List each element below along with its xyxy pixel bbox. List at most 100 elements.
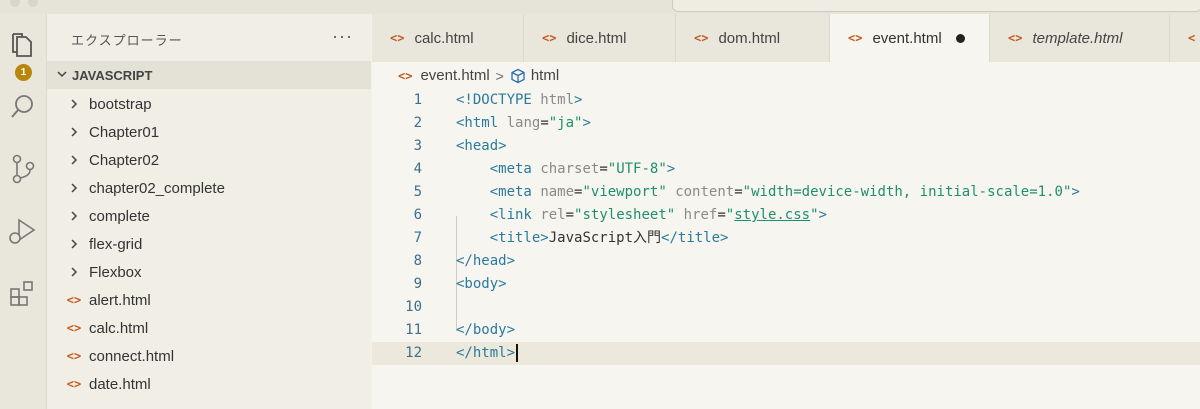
tree-item-label: connect.html xyxy=(89,347,175,365)
unsaved-dot-icon[interactable] xyxy=(955,33,965,43)
tree-item-label: Flexbox xyxy=(89,263,142,281)
code-token: = xyxy=(717,207,726,223)
line-number: 5 xyxy=(413,184,422,200)
tab-dom-html[interactable]: <> dom.html xyxy=(676,14,830,62)
code-token: = xyxy=(540,115,549,131)
tab-template-html[interactable]: <> template.html xyxy=(990,14,1170,62)
line-number: 7 xyxy=(413,230,422,246)
code-token: JavaScript入門 xyxy=(548,230,662,246)
code-token: " xyxy=(725,207,735,223)
breadcrumb: <> event.html > html xyxy=(398,67,559,84)
html-file-icon: <> xyxy=(1008,31,1023,45)
chevron-right-icon xyxy=(67,154,81,166)
explorer-badge: 1 xyxy=(15,64,32,81)
html-file-icon: <> xyxy=(66,377,82,391)
code-token: lang xyxy=(506,115,541,131)
code-token: <html xyxy=(456,115,499,131)
code-line[interactable]: 6 <link rel="stylesheet" href="style.css… xyxy=(372,204,1200,227)
tab-event-html[interactable]: <> event.html xyxy=(830,14,990,62)
code-token: charset xyxy=(540,161,600,177)
explorer-icon[interactable] xyxy=(0,22,46,68)
tree-file[interactable]: <> date.html xyxy=(47,370,371,398)
html-file-icon: <> xyxy=(390,31,405,45)
code-line[interactable]: 5 <meta name="viewport" content="width=d… xyxy=(372,181,1200,204)
tree-folder[interactable]: flex-grid xyxy=(47,230,371,258)
tree-folder[interactable]: bootstrap xyxy=(47,90,371,118)
code-line[interactable]: 1 <!DOCTYPE html> xyxy=(372,89,1200,112)
text-cursor xyxy=(516,344,519,362)
line-number: 9 xyxy=(413,276,422,292)
line-number: 4 xyxy=(413,161,422,177)
breadcrumb-node[interactable]: html xyxy=(531,67,559,84)
html-file-icon: <> xyxy=(66,321,82,335)
chevron-right-icon xyxy=(67,182,81,194)
source-control-icon[interactable] xyxy=(0,146,46,192)
editor-tab-bar: <> calc.html <> dice.html <> dom.html <>… xyxy=(372,14,1200,62)
code-text: </html> xyxy=(456,342,519,365)
code-text: <title>JavaScript入門</title> xyxy=(456,227,729,250)
code-text: <meta charset="UTF-8"> xyxy=(456,158,676,181)
html-file-icon: < xyxy=(1188,31,1196,45)
code-line[interactable]: 3 <head> xyxy=(372,135,1200,158)
tree-folder[interactable]: chapter02_complete xyxy=(47,174,371,202)
code-token: <head> xyxy=(456,138,507,154)
tab-label: dice.html xyxy=(566,29,627,47)
search-icon[interactable] xyxy=(0,84,46,130)
breadcrumb-separator: > xyxy=(495,67,504,84)
chevron-right-icon xyxy=(67,238,81,250)
tree-folder[interactable]: Flexbox xyxy=(47,258,371,286)
code-token: </title> xyxy=(661,230,729,246)
tab-overflow[interactable]: < xyxy=(1170,14,1200,62)
chevron-right-icon xyxy=(67,210,81,222)
code-line[interactable]: 7 <title>JavaScript入門</title> xyxy=(372,227,1200,250)
tree-file[interactable]: <> connect.html xyxy=(47,342,371,370)
html-file-icon: <> xyxy=(66,293,82,307)
tree-item-label: complete xyxy=(89,207,150,225)
code-line[interactable]: 9 <body> xyxy=(372,273,1200,296)
window-control-dot[interactable] xyxy=(28,0,38,7)
html-file-icon: <> xyxy=(66,349,82,363)
tree-folder[interactable]: Chapter02 xyxy=(47,146,371,174)
window-control-dot[interactable] xyxy=(10,0,20,7)
code-token: = xyxy=(599,161,608,177)
code-line[interactable]: 4 <meta charset="UTF-8"> xyxy=(372,158,1200,181)
code-token: </body> xyxy=(456,322,516,338)
code-text: <html lang="ja"> xyxy=(456,112,591,135)
workspace-section-header[interactable]: JAVASCRIPT xyxy=(47,61,371,89)
tree-file[interactable]: <> alert.html xyxy=(47,286,371,314)
code-token: > xyxy=(574,92,583,108)
tree-item-label: chapter02_complete xyxy=(89,179,225,197)
line-number: 6 xyxy=(413,207,422,223)
tree-folder[interactable]: Chapter01 xyxy=(47,118,371,146)
code-line[interactable]: 10 xyxy=(372,296,1200,319)
code-line[interactable]: 11 </body> xyxy=(372,319,1200,342)
tree-folder[interactable]: complete xyxy=(47,202,371,230)
command-center[interactable] xyxy=(672,0,1200,12)
line-number: 3 xyxy=(413,138,422,154)
breadcrumb-file[interactable]: event.html xyxy=(420,67,489,84)
code-line[interactable]: 12 </html> xyxy=(372,342,1200,365)
tab-calc-html[interactable]: <> calc.html xyxy=(372,14,524,62)
tree-file[interactable]: <> calc.html xyxy=(47,314,371,342)
tab-label: calc.html xyxy=(414,29,474,47)
code-line[interactable]: 2 <html lang="ja"> xyxy=(372,112,1200,135)
code-text: </head> xyxy=(456,250,515,273)
sidebar-title: エクスプローラー xyxy=(71,33,183,48)
tree-item-label: bootstrap xyxy=(89,95,152,113)
code-token: " xyxy=(810,207,819,223)
code-text: <meta name="viewport" content="width=dev… xyxy=(456,181,1080,204)
code-editor[interactable]: <> event.html > html 1 <!DOCTYPE html> 2 <h… xyxy=(372,62,1200,409)
code-line[interactable]: 8 </head> xyxy=(372,250,1200,273)
extensions-icon[interactable] xyxy=(0,270,46,316)
workspace-name: JAVASCRIPT xyxy=(72,68,153,83)
tab-dice-html[interactable]: <> dice.html xyxy=(524,14,676,62)
more-actions-button[interactable]: ··· xyxy=(332,26,353,47)
html-file-icon: <> xyxy=(542,31,557,45)
code-token: "ja" xyxy=(548,115,583,131)
code-token: name xyxy=(540,184,575,200)
run-debug-icon[interactable] xyxy=(0,208,46,254)
